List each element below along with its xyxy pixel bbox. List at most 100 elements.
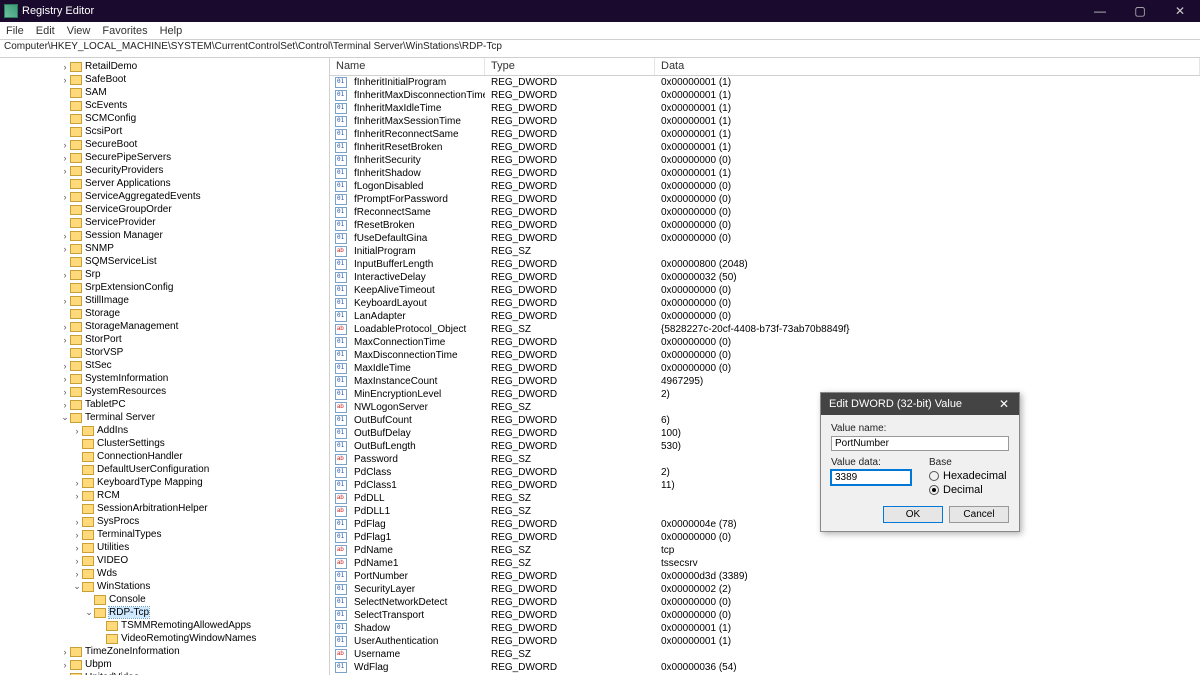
value-row[interactable]: fUseDefaultGinaREG_DWORD0x00000000 (0) (330, 232, 1200, 245)
tree-node[interactable]: ›Wds (0, 567, 329, 580)
tree-node[interactable]: Console (0, 593, 329, 606)
value-row[interactable]: MinEncryptionLevelREG_DWORD2) (330, 388, 1200, 401)
value-row[interactable]: PdNameREG_SZtcp (330, 544, 1200, 557)
chevron-right-icon[interactable]: › (60, 361, 70, 371)
value-row[interactable]: SelectNetworkDetectREG_DWORD0x00000000 (… (330, 596, 1200, 609)
tree-node[interactable]: ScEvents (0, 99, 329, 112)
radio-hexadecimal[interactable]: Hexadecimal (929, 470, 1009, 482)
tree-node[interactable]: ›SecurePipeServers (0, 151, 329, 164)
chevron-right-icon[interactable]: › (60, 62, 70, 72)
value-row[interactable]: PdFlag1REG_DWORD0x00000000 (0) (330, 531, 1200, 544)
tree-node[interactable]: SessionArbitrationHelper (0, 502, 329, 515)
tree-node[interactable]: ›Session Manager (0, 229, 329, 242)
address-bar[interactable]: Computer\HKEY_LOCAL_MACHINE\SYSTEM\Curre… (0, 40, 1200, 58)
tree-node[interactable]: ›Srp (0, 268, 329, 281)
tree-node[interactable]: ›StSec (0, 359, 329, 372)
tree-pane[interactable]: ›RetailDemo›SafeBootSAMScEventsSCMConfig… (0, 58, 330, 675)
value-row[interactable]: InputBufferLengthREG_DWORD0x00000800 (20… (330, 258, 1200, 271)
chevron-right-icon[interactable]: › (72, 556, 82, 566)
tree-node[interactable]: ›StillImage (0, 294, 329, 307)
value-row[interactable]: LanAdapterREG_DWORD0x00000000 (0) (330, 310, 1200, 323)
tree-node[interactable]: ›SysProcs (0, 515, 329, 528)
value-row[interactable]: fInheritResetBrokenREG_DWORD0x00000001 (… (330, 141, 1200, 154)
chevron-right-icon[interactable]: › (72, 530, 82, 540)
tree-node[interactable]: ›VIDEO (0, 554, 329, 567)
col-header-data[interactable]: Data (655, 58, 1200, 75)
dialog-close-button[interactable]: ✕ (989, 397, 1019, 411)
tree-node[interactable]: SrpExtensionConfig (0, 281, 329, 294)
tree-node[interactable]: ›SystemInformation (0, 372, 329, 385)
tree-node[interactable]: ›RCM (0, 489, 329, 502)
tree-node[interactable]: ConnectionHandler (0, 450, 329, 463)
chevron-right-icon[interactable]: › (72, 569, 82, 579)
chevron-right-icon[interactable]: › (60, 153, 70, 163)
chevron-right-icon[interactable]: › (60, 322, 70, 332)
cancel-button[interactable]: Cancel (949, 506, 1009, 523)
chevron-down-icon[interactable]: ⌄ (84, 607, 94, 618)
tree-node[interactable]: ›TerminalTypes (0, 528, 329, 541)
value-row[interactable]: ShadowREG_DWORD0x00000001 (1) (330, 622, 1200, 635)
close-button[interactable]: ✕ (1160, 4, 1200, 18)
menu-favorites[interactable]: Favorites (102, 25, 147, 37)
chevron-down-icon[interactable]: ⌄ (72, 581, 82, 592)
chevron-right-icon[interactable]: › (60, 244, 70, 254)
value-row[interactable]: InitialProgramREG_SZ (330, 245, 1200, 258)
chevron-right-icon[interactable]: › (60, 270, 70, 280)
chevron-right-icon[interactable]: › (60, 660, 70, 670)
value-row[interactable]: PdClass1REG_DWORD11) (330, 479, 1200, 492)
col-header-type[interactable]: Type (485, 58, 655, 75)
value-row[interactable]: fResetBrokenREG_DWORD0x00000000 (0) (330, 219, 1200, 232)
tree-node[interactable]: Storage (0, 307, 329, 320)
tree-node[interactable]: ServiceGroupOrder (0, 203, 329, 216)
value-row[interactable]: fInheritInitialProgramREG_DWORD0x0000000… (330, 76, 1200, 89)
value-row[interactable]: fReconnectSameREG_DWORD0x00000000 (0) (330, 206, 1200, 219)
value-row[interactable]: fInheritMaxIdleTimeREG_DWORD0x00000001 (… (330, 102, 1200, 115)
ok-button[interactable]: OK (883, 506, 943, 523)
value-row[interactable]: OutBufLengthREG_DWORD530) (330, 440, 1200, 453)
tree-node[interactable]: ›StorPort (0, 333, 329, 346)
col-header-name[interactable]: Name (330, 58, 485, 75)
maximize-button[interactable]: ▢ (1120, 4, 1160, 18)
value-row[interactable]: UserAuthenticationREG_DWORD0x00000001 (1… (330, 635, 1200, 648)
chevron-right-icon[interactable]: › (72, 491, 82, 501)
tree-node[interactable]: ›Utilities (0, 541, 329, 554)
chevron-right-icon[interactable]: › (72, 517, 82, 527)
chevron-right-icon[interactable]: › (60, 400, 70, 410)
tree-node[interactable]: ScsiPort (0, 125, 329, 138)
tree-node[interactable]: DefaultUserConfiguration (0, 463, 329, 476)
tree-node[interactable]: ›ServiceAggregatedEvents (0, 190, 329, 203)
tree-node[interactable]: Server Applications (0, 177, 329, 190)
value-row[interactable]: fInheritShadowREG_DWORD0x00000001 (1) (330, 167, 1200, 180)
value-row[interactable]: PdName1REG_SZtssecsrv (330, 557, 1200, 570)
tree-node[interactable]: ›AddIns (0, 424, 329, 437)
value-row[interactable]: SelectTransportREG_DWORD0x00000000 (0) (330, 609, 1200, 622)
chevron-right-icon[interactable]: › (60, 192, 70, 202)
chevron-right-icon[interactable]: › (72, 543, 82, 553)
value-row[interactable]: MaxConnectionTimeREG_DWORD0x00000000 (0) (330, 336, 1200, 349)
chevron-right-icon[interactable]: › (60, 166, 70, 176)
tree-node[interactable]: SCMConfig (0, 112, 329, 125)
value-row[interactable]: fInheritMaxDisconnectionTimeREG_DWORD0x0… (330, 89, 1200, 102)
tree-node[interactable]: ›StorageManagement (0, 320, 329, 333)
value-row[interactable]: PortNumberREG_DWORD0x00000d3d (3389) (330, 570, 1200, 583)
tree-node[interactable]: VideoRemotingWindowNames (0, 632, 329, 645)
value-row[interactable]: fLogonDisabledREG_DWORD0x00000000 (0) (330, 180, 1200, 193)
tree-node[interactable]: SQMServiceList (0, 255, 329, 268)
tree-node[interactable]: ⌄RDP-Tcp (0, 606, 329, 619)
chevron-right-icon[interactable]: › (60, 231, 70, 241)
tree-node[interactable]: StorVSP (0, 346, 329, 359)
chevron-down-icon[interactable]: ⌄ (60, 412, 70, 423)
tree-node[interactable]: ›SNMP (0, 242, 329, 255)
value-row[interactable]: fPromptForPasswordREG_DWORD0x00000000 (0… (330, 193, 1200, 206)
value-row[interactable]: SecurityLayerREG_DWORD0x00000002 (2) (330, 583, 1200, 596)
minimize-button[interactable]: — (1080, 4, 1120, 18)
menu-edit[interactable]: Edit (36, 25, 55, 37)
menu-file[interactable]: File (6, 25, 24, 37)
value-row[interactable]: MaxDisconnectionTimeREG_DWORD0x00000000 … (330, 349, 1200, 362)
chevron-right-icon[interactable]: › (60, 75, 70, 85)
chevron-right-icon[interactable]: › (60, 296, 70, 306)
tree-node[interactable]: ⌄WinStations (0, 580, 329, 593)
chevron-right-icon[interactable]: › (60, 335, 70, 345)
radio-decimal[interactable]: Decimal (929, 484, 1009, 496)
tree-node[interactable]: ›UnitedVideo (0, 671, 329, 675)
